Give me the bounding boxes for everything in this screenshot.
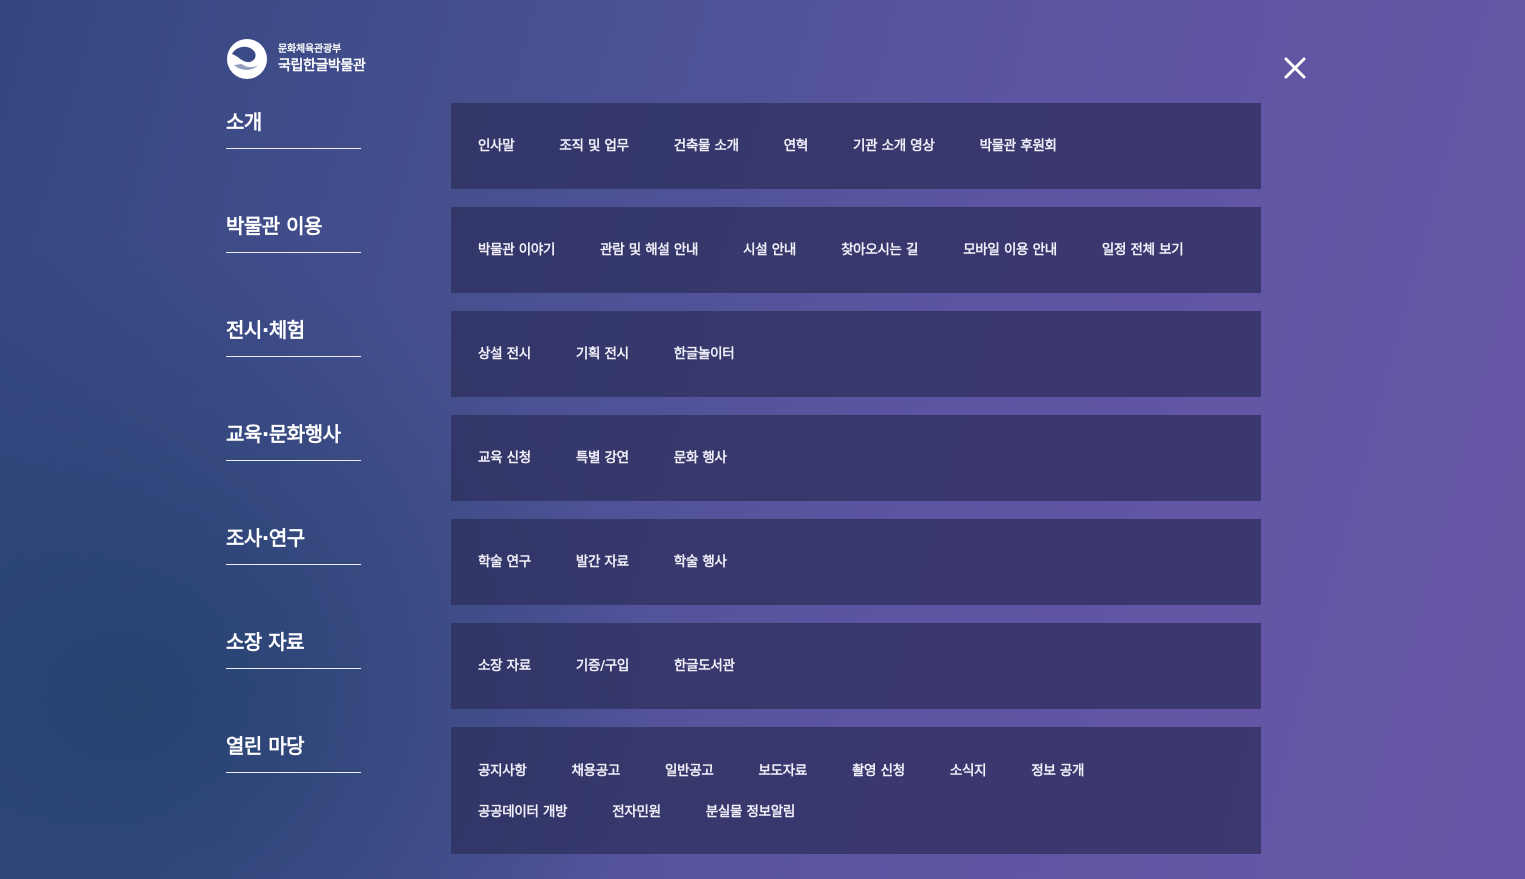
submenu-link[interactable]: 기증/구입 — [576, 657, 629, 676]
submenu-panel: 박물관 이야기 관람 및 해설 안내 시설 안내 찾아오시는 길 모바일 이용 안내 일정… — [451, 207, 1261, 293]
submenu-link[interactable]: 일정 전체 보기 — [1102, 241, 1184, 260]
close-button[interactable] — [1281, 54, 1309, 82]
menu-category-title[interactable]: 박물관 이용 — [226, 210, 322, 239]
submenu-link[interactable]: 찾아오시는 길 — [841, 241, 918, 260]
submenu-link[interactable]: 모바일 이용 안내 — [963, 241, 1057, 260]
category-divider — [226, 356, 361, 357]
submenu-link[interactable]: 한글도서관 — [674, 657, 735, 676]
menu-category-title[interactable]: 소장 자료 — [226, 626, 305, 655]
submenu-link[interactable]: 일반공고 — [665, 762, 714, 781]
submenu-panel: 교육 신청 특별 강연 문화 행사 — [451, 415, 1261, 501]
category-divider — [226, 460, 361, 461]
submenu-panel: 공지사항 채용공고 일반공고 보도자료 촬영 신청 소식지 정보 공개공공데이터 개방 전자민… — [451, 727, 1261, 854]
submenu-link[interactable]: 소식지 — [950, 762, 987, 781]
submenu-link[interactable]: 공지사항 — [478, 762, 527, 781]
submenu-link[interactable]: 기관 소개 영상 — [853, 137, 935, 156]
category-divider — [226, 564, 361, 565]
submenu-link[interactable]: 공공데이터 개방 — [478, 803, 568, 822]
submenu-link[interactable]: 조직 및 업무 — [559, 137, 629, 156]
submenu-link[interactable]: 전자민원 — [612, 803, 661, 822]
submenu-link[interactable]: 상설 전시 — [478, 345, 531, 364]
category-divider — [226, 668, 361, 669]
museum-name: 국립한글박물관 — [278, 58, 366, 74]
submenu-link[interactable]: 박물관 이야기 — [478, 241, 555, 260]
category-divider — [226, 772, 361, 773]
submenu-panel: 상설 전시 기획 전시 한글놀이터 — [451, 311, 1261, 397]
submenu-link[interactable]: 한글놀이터 — [674, 345, 735, 364]
menu-category-title[interactable]: 열린 마당 — [226, 730, 305, 759]
submenu-link[interactable]: 건축물 소개 — [674, 137, 739, 156]
submenu-link[interactable]: 발간 자료 — [576, 553, 629, 572]
close-icon — [1284, 57, 1306, 79]
menu-category-title[interactable]: 교육·문화행사 — [226, 418, 341, 447]
taegeuk-logo-icon — [227, 39, 267, 79]
submenu-link[interactable]: 기획 전시 — [576, 345, 629, 364]
submenu-link[interactable]: 촬영 신청 — [852, 762, 905, 781]
submenu-panel: 학술 연구 발간 자료 학술 행사 — [451, 519, 1261, 605]
submenu-link[interactable]: 인사말 — [478, 137, 515, 156]
submenu-link[interactable]: 연혁 — [784, 137, 809, 156]
submenu-link[interactable]: 채용공고 — [571, 762, 620, 781]
category-divider — [226, 148, 361, 149]
menu-category-title[interactable]: 조사·연구 — [226, 522, 305, 551]
submenu-link[interactable]: 특별 강연 — [576, 449, 629, 468]
submenu-link[interactable]: 보도자료 — [758, 762, 807, 781]
submenu-link[interactable]: 정보 공개 — [1031, 762, 1084, 781]
submenu-link[interactable]: 문화 행사 — [674, 449, 727, 468]
submenu-link[interactable]: 교육 신청 — [478, 449, 531, 468]
submenu-link[interactable]: 관람 및 해설 안내 — [600, 241, 698, 260]
submenu-link[interactable]: 소장 자료 — [478, 657, 531, 676]
menu-category-title[interactable]: 소개 — [226, 106, 262, 135]
category-divider — [226, 252, 361, 253]
submenu-link[interactable]: 학술 연구 — [478, 553, 531, 572]
submenu-link[interactable]: 박물관 후원회 — [980, 137, 1057, 156]
ministry-name: 문화체육관광부 — [278, 44, 341, 55]
menu-category-title[interactable]: 전시·체험 — [226, 314, 305, 343]
submenu-link[interactable]: 학술 행사 — [674, 553, 727, 572]
museum-logo[interactable]: 문화체육관광부 국립한글박물관 — [226, 38, 366, 80]
submenu-link[interactable]: 시설 안내 — [743, 241, 796, 260]
submenu-panel: 인사말 조직 및 업무 건축물 소개 연혁 기관 소개 영상 박물관 후원회 — [451, 103, 1261, 189]
submenu-panel: 소장 자료 기증/구입 한글도서관 — [451, 623, 1261, 709]
submenu-link[interactable]: 분실물 정보알림 — [706, 803, 796, 822]
